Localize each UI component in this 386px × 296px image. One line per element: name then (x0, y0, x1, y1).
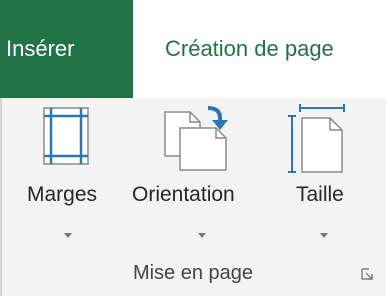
tab-page-layout-label: Création de page (165, 36, 334, 61)
page-size-icon (288, 104, 345, 173)
size-dropdown-caret (320, 233, 328, 238)
group-label-page-setup: Mise en page (132, 262, 254, 284)
orientation-icon (164, 106, 228, 171)
size-label: Taille (296, 183, 344, 206)
dialog-launcher-icon[interactable] (360, 267, 374, 281)
tab-insert[interactable]: Insérer (0, 0, 133, 98)
margins-button[interactable]: Marges (2, 98, 132, 258)
orientation-button[interactable]: Orientation (132, 98, 276, 258)
orientation-dropdown-caret (198, 233, 206, 238)
margins-label: Marges (27, 183, 98, 206)
tab-page-layout[interactable]: Création de page (133, 0, 386, 98)
size-button[interactable]: Taille (276, 98, 386, 258)
margins-icon (43, 107, 89, 165)
ribbon-tab-bar: Insérer Création de page (0, 0, 386, 98)
margins-dropdown-caret (64, 233, 72, 238)
orientation-label: Orientation (132, 183, 235, 206)
tab-insert-label: Insérer (6, 36, 75, 61)
